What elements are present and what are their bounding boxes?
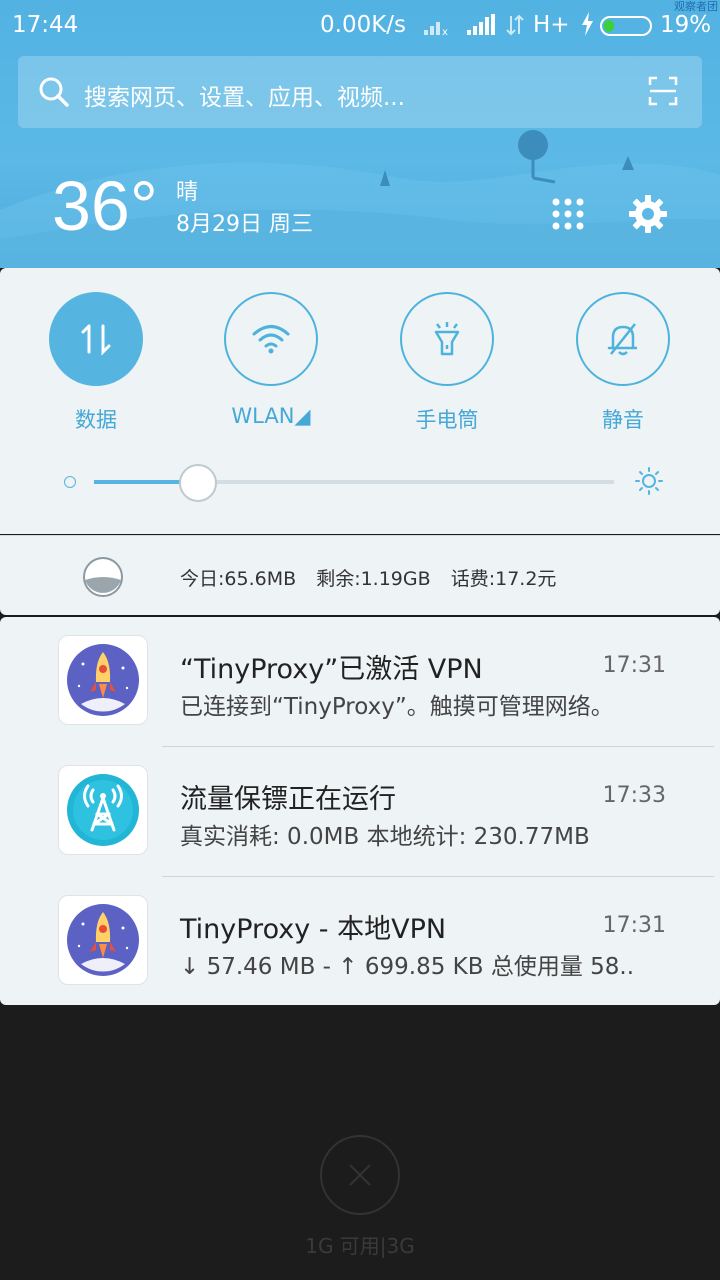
toggle-circle xyxy=(224,292,318,386)
toggle-circle xyxy=(576,292,670,386)
toggle-silent[interactable]: 静音 xyxy=(575,292,671,434)
toggle-circle xyxy=(49,292,143,386)
flashlight-icon xyxy=(434,322,460,356)
notification-body: 已连接到“TinyProxy”。触摸可管理网络。 xyxy=(180,694,614,720)
app-icon xyxy=(58,765,148,855)
app-icon xyxy=(58,635,148,725)
toggle-label: 静音 xyxy=(602,408,644,432)
app-icon xyxy=(58,895,148,985)
rocket-icon xyxy=(67,644,139,716)
wifi-icon xyxy=(252,325,290,354)
close-icon xyxy=(349,1164,371,1186)
brightness-low-icon xyxy=(64,476,76,488)
data-today: 今日:65.6MB xyxy=(180,568,297,590)
bell-mute-icon xyxy=(607,323,637,356)
rocket-icon xyxy=(67,904,139,976)
clear-all-button[interactable] xyxy=(320,1135,400,1215)
quick-settings-panel: 数据 WLAN◢ 手电筒 静音 xyxy=(0,268,720,534)
toggle-wlan[interactable]: WLAN◢ xyxy=(223,292,319,428)
memory-status: 1G 可用|3G xyxy=(305,1234,415,1258)
signal-strong-icon xyxy=(467,14,495,35)
notification-title: “TinyProxy”已激活 VPN xyxy=(180,654,483,685)
signal-weak-icon: x xyxy=(424,22,448,36)
weather-date: 8月29日 周三 xyxy=(176,212,313,237)
notification-time: 17:31 xyxy=(602,653,666,678)
weather-condition: 晴 xyxy=(176,180,199,205)
svg-text:x: x xyxy=(442,27,448,36)
charging-icon xyxy=(582,12,593,36)
mobile-data-icon xyxy=(81,324,111,356)
toggle-circle xyxy=(400,292,494,386)
corner-watermark: 观察者团 xyxy=(674,0,718,13)
antenna-icon xyxy=(67,774,139,846)
data-balance: 话费:17.2元 xyxy=(450,568,557,590)
notification-item[interactable]: 流量保镖正在运行 17:33 真实消耗: 0.0MB 本地统计: 230.77M… xyxy=(0,747,720,877)
notification-time: 17:33 xyxy=(602,783,666,808)
data-gauge-icon xyxy=(83,557,123,597)
search-placeholder: 搜索网页、设置、应用、视频... xyxy=(84,85,405,111)
battery-percent: 19% xyxy=(660,12,712,38)
notification-title: TinyProxy - 本地VPN xyxy=(180,914,447,945)
toggle-label: 手电筒 xyxy=(415,408,479,432)
notification-body: 真实消耗: 0.0MB 本地统计: 230.77MB xyxy=(180,824,590,850)
toggle-mobile-data[interactable]: 数据 xyxy=(48,292,144,434)
search-bar[interactable]: 搜索网页、设置、应用、视频... xyxy=(18,56,702,128)
status-time: 17:44 xyxy=(12,12,79,38)
battery-icon xyxy=(600,16,652,36)
search-icon xyxy=(39,77,69,107)
data-remaining: 剩余:1.19GB xyxy=(316,568,431,590)
weather-temperature[interactable]: 36° xyxy=(52,166,158,246)
data-usage-row[interactable]: 今日:65.6MB 剩余:1.19GB 话费:17.2元 xyxy=(0,535,720,615)
brightness-high-icon xyxy=(635,467,663,495)
brightness-slider[interactable] xyxy=(60,464,664,504)
notification-item[interactable]: TinyProxy - 本地VPN 17:31 ↓ 57.46 MB - ↑ 6… xyxy=(0,877,720,1007)
notification-item[interactable]: “TinyProxy”已激活 VPN 17:31 已连接到“TinyProxy”… xyxy=(0,617,720,747)
status-bar: 17:44 0.00K/s x H+ 19% 观察者团 xyxy=(0,0,720,52)
settings-gear-icon[interactable] xyxy=(628,194,668,234)
slider-thumb[interactable] xyxy=(179,464,217,502)
data-transfer-icon xyxy=(506,14,524,36)
network-type: H+ xyxy=(533,12,570,38)
notification-list: “TinyProxy”已激活 VPN 17:31 已连接到“TinyProxy”… xyxy=(0,617,720,1005)
data-usage-text: 今日:65.6MB 剩余:1.19GB 话费:17.2元 xyxy=(180,564,570,591)
notification-body: ↓ 57.46 MB - ↑ 699.85 KB 总使用量 58.. xyxy=(180,954,635,980)
toggle-label: WLAN◢ xyxy=(231,404,311,428)
scan-icon[interactable] xyxy=(648,76,678,106)
apps-grid-icon[interactable] xyxy=(550,196,586,232)
network-speed: 0.00K/s xyxy=(320,12,407,38)
notification-title: 流量保镖正在运行 xyxy=(180,784,396,815)
notification-time: 17:31 xyxy=(602,913,666,938)
toggle-label: 数据 xyxy=(75,408,117,432)
header: 17:44 0.00K/s x H+ 19% 观察者团 搜索网页、设置、应用、视… xyxy=(0,0,720,268)
toggle-flashlight[interactable]: 手电筒 xyxy=(399,292,495,434)
